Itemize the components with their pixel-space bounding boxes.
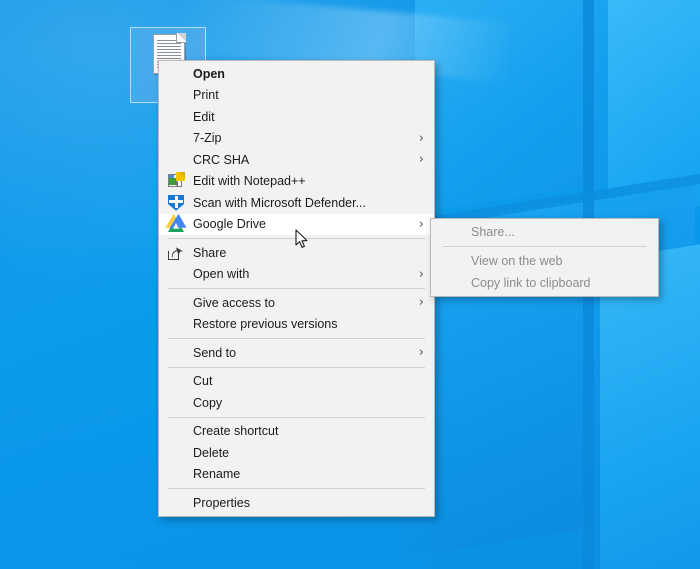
menu-item-icon-slot [167,294,185,312]
menu-item-label: Copy link to clipboard [469,276,648,290]
menu-item-icon-slot [167,372,185,390]
menu-item-label: Copy [191,396,424,410]
menu-item-scan-with-microsoft-defender[interactable]: Scan with Microsoft Defender... [159,192,434,214]
menu-separator [168,288,425,289]
menu-separator [168,488,425,489]
menu-item-google-drive[interactable]: Google Drive› [159,214,434,236]
menu-item-label: Send to [191,346,419,360]
menu-item-label: Open with [191,267,419,281]
menu-item-crc-sha[interactable]: CRC SHA› [159,149,434,171]
menu-item-label: Open [191,67,424,81]
menu-item-cut[interactable]: Cut [159,371,434,393]
menu-item-send-to[interactable]: Send to› [159,342,434,364]
menu-item-open-with[interactable]: Open with› [159,264,434,286]
menu-item-icon-slot [167,129,185,147]
menu-separator [168,367,425,368]
menu-item-copy[interactable]: Copy [159,392,434,414]
menu-item-properties[interactable]: Properties [159,492,434,514]
menu-item-icon-slot [167,422,185,440]
menu-item-label: Share... [469,225,648,239]
menu-item-share[interactable]: Share [159,242,434,264]
notepadpp-icon [167,172,185,190]
menu-item-view-on-the-web: View on the web [431,250,658,272]
google-drive-submenu[interactable]: Share... View on the web Copy link to clip… [430,218,659,297]
chevron-right-icon: › [419,132,424,145]
chevron-right-icon: › [419,218,424,231]
menu-item-icon-slot [167,394,185,412]
menu-item-label: Rename [191,467,424,481]
chevron-right-icon: › [419,346,424,359]
menu-item-edit[interactable]: Edit [159,106,434,128]
menu-item-label: Delete [191,446,424,460]
menu-item-icon-slot [167,151,185,169]
menu-item-label: Scan with Microsoft Defender... [191,196,424,210]
share-icon [167,244,185,262]
menu-separator [443,246,646,247]
google-drive-icon [167,215,185,233]
menu-separator [168,338,425,339]
menu-item-copy-link-to-clipboard: Copy link to clipboard [431,272,658,294]
menu-item-label: Restore previous versions [191,317,424,331]
menu-item-label: Google Drive [191,217,419,231]
menu-item-delete[interactable]: Delete [159,442,434,464]
menu-item-label: View on the web [469,254,648,268]
menu-item-label: Share [191,246,424,260]
menu-item-label: Edit with Notepad++ [191,174,424,188]
menu-item-restore-previous-versions[interactable]: Restore previous versions [159,314,434,336]
chevron-right-icon: › [419,153,424,166]
file-context-menu[interactable]: OpenPrintEdit7-Zip›CRC SHA›Edit with Not… [158,60,435,517]
menu-item-label: 7-Zip [191,131,419,145]
menu-item-icon-slot [167,315,185,333]
menu-item-icon-slot [167,65,185,83]
chevron-right-icon: › [419,268,424,281]
menu-item-edit-with-notepad[interactable]: Edit with Notepad++ [159,171,434,193]
menu-item-icon-slot [167,265,185,283]
menu-item-icon-slot [445,223,463,241]
menu-item-label: Edit [191,110,424,124]
menu-item-label: Give access to [191,296,419,310]
menu-item-rename[interactable]: Rename [159,464,434,486]
menu-item-label: Properties [191,496,424,510]
menu-item-icon-slot [167,465,185,483]
defender-icon [167,194,185,212]
menu-item-icon-slot [167,86,185,104]
menu-item-give-access-to[interactable]: Give access to› [159,292,434,314]
menu-item-label: Cut [191,374,424,388]
menu-item-icon-slot [167,444,185,462]
menu-item-icon-slot [445,252,463,270]
menu-separator [168,417,425,418]
menu-item-icon-slot [167,108,185,126]
menu-item-label: CRC SHA [191,153,419,167]
menu-item-print[interactable]: Print [159,85,434,107]
menu-item-7-zip[interactable]: 7-Zip› [159,128,434,150]
document-fold-corner [176,33,186,43]
menu-item-icon-slot [167,344,185,362]
menu-separator [168,238,425,239]
menu-item-open[interactable]: Open [159,63,434,85]
menu-item-create-shortcut[interactable]: Create shortcut [159,421,434,443]
menu-item-icon-slot [445,274,463,292]
menu-item-label: Print [191,88,424,102]
menu-item-share: Share... [431,221,658,243]
menu-item-label: Create shortcut [191,424,424,438]
menu-item-icon-slot [167,494,185,512]
chevron-right-icon: › [419,296,424,309]
